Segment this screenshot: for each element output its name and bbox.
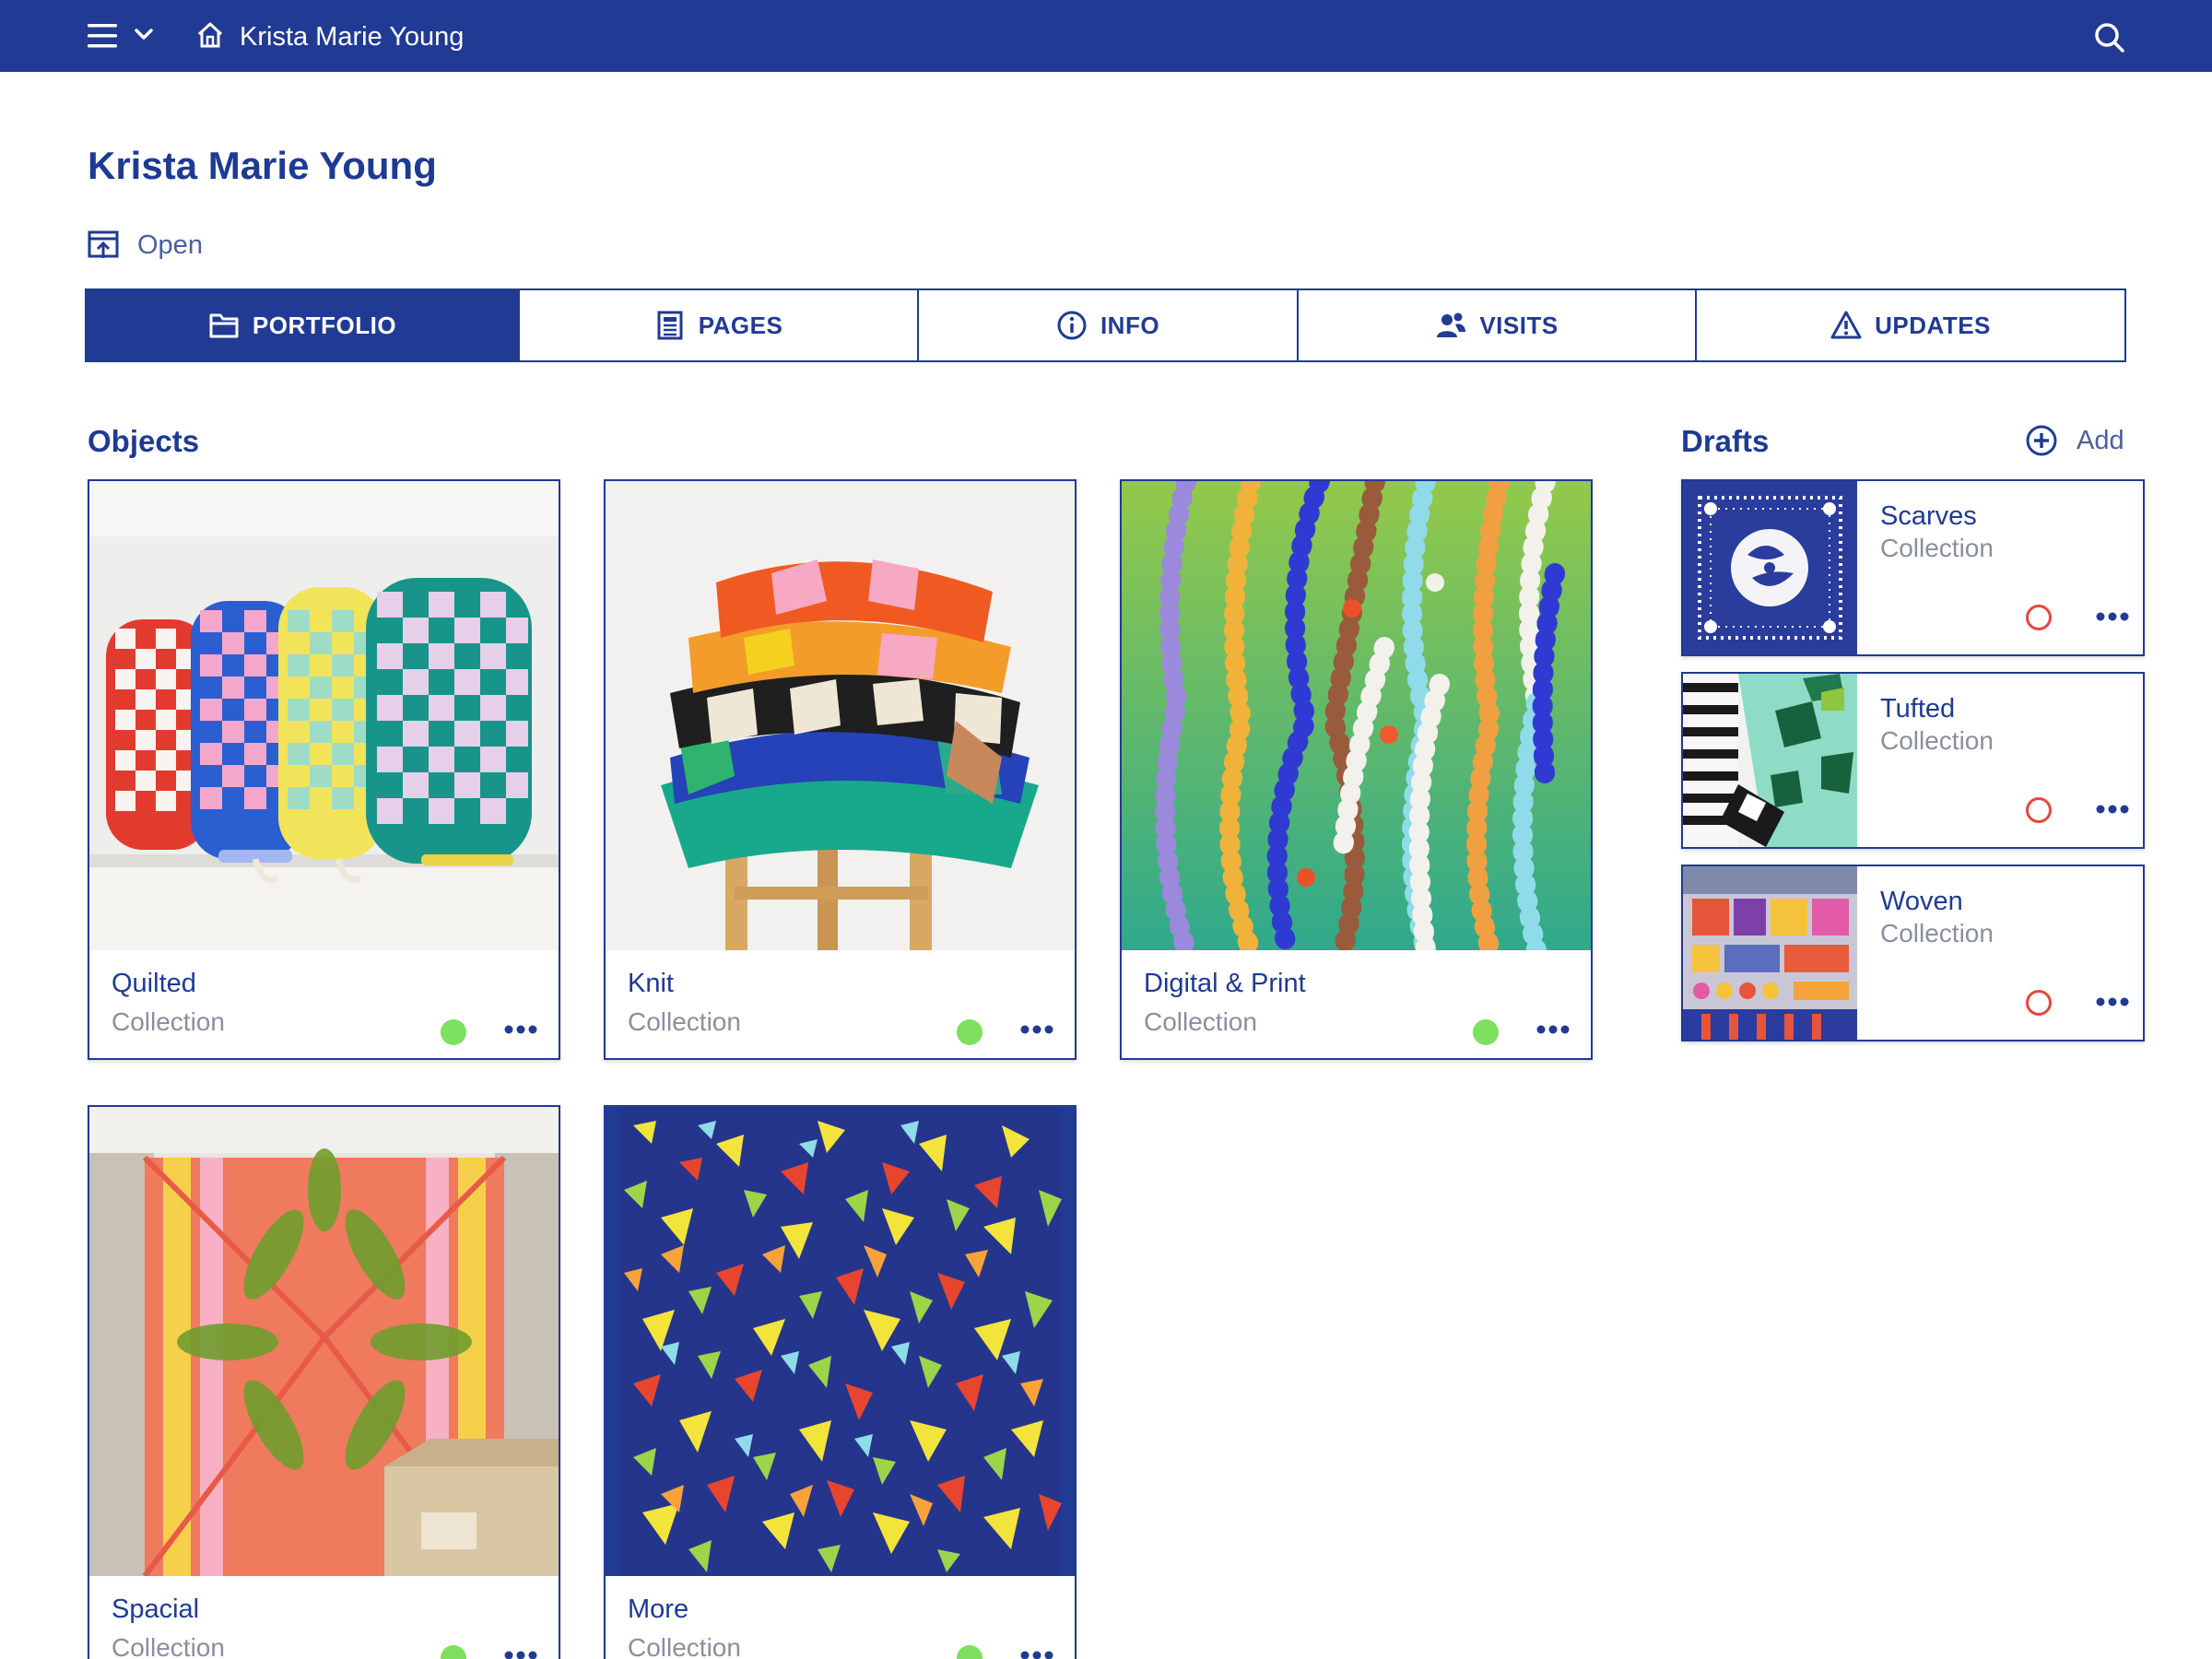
draft-card-woven[interactable]: Woven Collection xyxy=(1681,865,2145,1041)
object-name: Digital & Print xyxy=(1144,969,1306,998)
tab-pages[interactable]: PAGES xyxy=(520,290,919,360)
more-options-icon[interactable] xyxy=(1018,1641,1055,1659)
draft-thumbnail xyxy=(1683,866,1857,1040)
tab-updates[interactable]: UPDATES xyxy=(1697,290,2124,360)
tab-info[interactable]: INFO xyxy=(919,290,1299,360)
object-card-spacial[interactable]: Spacial Collection xyxy=(88,1105,560,1659)
object-type: Collection xyxy=(628,1007,741,1036)
tab-label: INFO xyxy=(1100,311,1160,339)
menu-icon[interactable] xyxy=(88,23,117,49)
object-thumbnail xyxy=(606,1107,1075,1576)
add-label: Add xyxy=(2077,425,2124,455)
tab-bar: PORTFOLIO PAGES INFO VISITS UPDATES xyxy=(85,288,2126,362)
add-circle-icon xyxy=(2026,425,2057,456)
object-card-quilted[interactable]: Quilted Collection xyxy=(88,479,560,1060)
more-options-icon[interactable] xyxy=(1018,1016,1055,1043)
info-icon xyxy=(1057,311,1087,340)
object-thumbnail xyxy=(89,481,559,950)
more-options-icon[interactable] xyxy=(502,1641,539,1659)
document-icon xyxy=(657,311,683,340)
draft-status-icon xyxy=(2026,990,2052,1016)
draft-type: Collection xyxy=(1880,726,1994,755)
object-name: Knit xyxy=(628,969,674,998)
open-label: Open xyxy=(137,229,203,260)
home-icon[interactable] xyxy=(195,20,225,50)
folder-icon xyxy=(209,313,239,338)
top-bar: Krista Marie Young xyxy=(0,0,2212,72)
draft-name: Woven xyxy=(1880,887,1963,916)
more-options-icon[interactable] xyxy=(2094,603,2131,630)
objects-heading: Objects xyxy=(88,424,200,458)
object-name: More xyxy=(628,1594,689,1624)
tab-label: UPDATES xyxy=(1875,311,1991,339)
draft-name: Scarves xyxy=(1880,501,1977,531)
published-status-icon xyxy=(441,1645,466,1659)
object-card-digital-print[interactable]: Digital & Print Collection xyxy=(1120,479,1593,1060)
users-icon xyxy=(1437,312,1466,337)
draft-type: Collection xyxy=(1880,919,1994,947)
page-title: Krista Marie Young xyxy=(88,144,437,187)
published-status-icon xyxy=(441,1019,466,1045)
object-type: Collection xyxy=(628,1633,741,1659)
more-options-icon[interactable] xyxy=(1535,1016,1571,1043)
tab-label: PORTFOLIO xyxy=(252,311,397,339)
draft-type: Collection xyxy=(1880,534,1994,562)
object-thumbnail xyxy=(1122,481,1591,950)
published-status-icon xyxy=(1473,1019,1499,1045)
object-type: Collection xyxy=(1144,1007,1257,1036)
object-type: Collection xyxy=(112,1633,225,1659)
draft-card-scarves[interactable]: Scarves Collection xyxy=(1681,479,2145,656)
object-card-more[interactable]: More Collection xyxy=(604,1105,1077,1659)
object-name: Quilted xyxy=(112,969,196,998)
warning-icon xyxy=(1830,311,1862,339)
object-name: Spacial xyxy=(112,1594,200,1624)
more-options-icon[interactable] xyxy=(502,1016,539,1043)
add-draft-button[interactable]: Add xyxy=(2025,424,2124,457)
chevron-down-icon[interactable] xyxy=(134,26,154,42)
draft-card-tufted[interactable]: Tufted Collection xyxy=(1681,672,2145,849)
open-external-icon xyxy=(88,230,119,258)
tab-portfolio[interactable]: PORTFOLIO xyxy=(87,290,520,360)
object-thumbnail xyxy=(89,1107,559,1576)
open-link[interactable]: Open xyxy=(88,227,203,264)
draft-thumbnail xyxy=(1683,674,1857,847)
tab-label: PAGES xyxy=(698,311,783,339)
published-status-icon xyxy=(957,1019,982,1045)
draft-name: Tufted xyxy=(1880,694,1956,724)
draft-status-icon xyxy=(2026,797,2052,823)
object-card-knit[interactable]: Knit Collection xyxy=(604,479,1077,1060)
draft-status-icon xyxy=(2026,605,2052,630)
object-thumbnail xyxy=(606,481,1075,950)
more-options-icon[interactable] xyxy=(2094,988,2131,1016)
draft-thumbnail xyxy=(1683,481,1857,654)
object-type: Collection xyxy=(112,1007,225,1036)
search-icon[interactable] xyxy=(2094,22,2125,53)
drafts-heading: Drafts xyxy=(1681,424,1770,458)
more-options-icon[interactable] xyxy=(2094,795,2131,823)
tab-visits[interactable]: VISITS xyxy=(1299,290,1697,360)
published-status-icon xyxy=(957,1645,982,1659)
tab-label: VISITS xyxy=(1479,311,1559,339)
breadcrumb-home[interactable]: Krista Marie Young xyxy=(240,20,464,53)
